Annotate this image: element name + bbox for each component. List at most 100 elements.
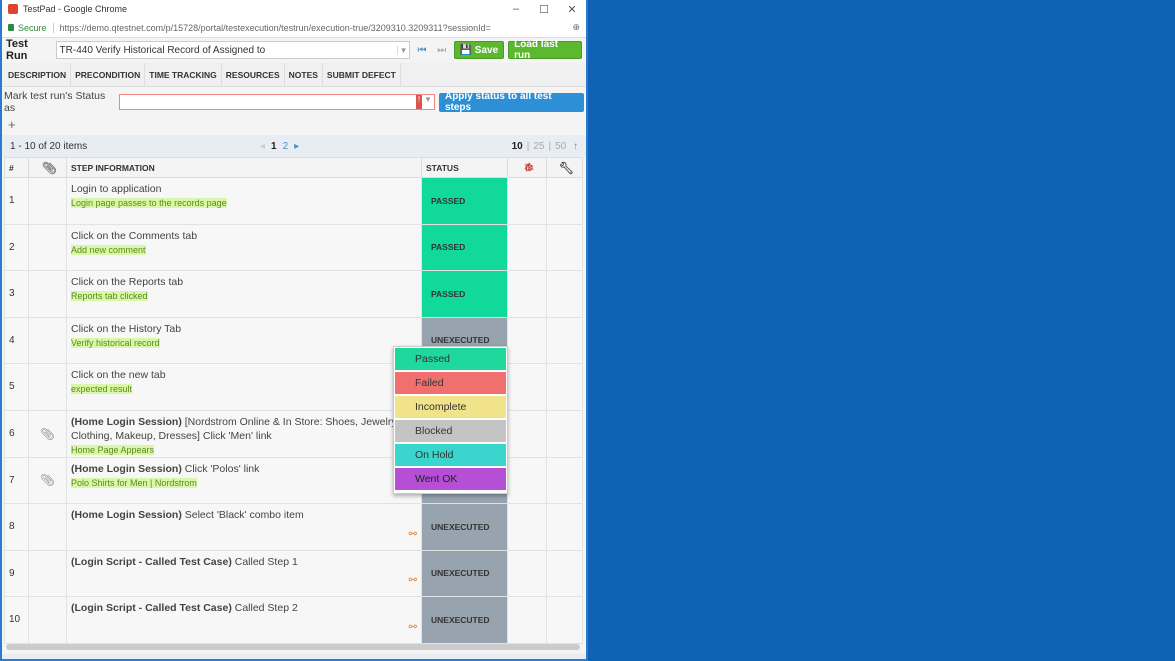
col-step-information[interactable]: STEP INFORMATION (66, 157, 422, 178)
action-cell[interactable] (546, 363, 583, 411)
page-1[interactable]: 1 (271, 141, 277, 152)
step-number: 9 (4, 549, 29, 597)
defect-cell[interactable] (507, 456, 547, 504)
load-last-run-button[interactable]: Load last run (508, 39, 582, 61)
tab-resources[interactable]: RESOURCES (222, 63, 285, 86)
status-option-blocked[interactable]: Blocked (395, 420, 506, 442)
step-information[interactable]: (Home Login Session) [Nordstrom Online &… (66, 409, 422, 458)
status-cell[interactable]: UNEXECUTED (421, 596, 508, 644)
next-page-icon[interactable]: ▸ (294, 141, 299, 152)
defect-cell[interactable] (507, 409, 547, 458)
status-select[interactable]: ! ▼ (119, 94, 435, 110)
attachment-cell (28, 503, 67, 551)
step-information[interactable]: Click on the History Tab Verify historica… (66, 316, 422, 364)
defect-cell[interactable] (507, 503, 547, 551)
action-cell[interactable] (546, 549, 583, 597)
col-status[interactable]: STATUS (421, 157, 508, 178)
tab-notes[interactable]: NOTES (285, 63, 323, 86)
status-option-on-hold[interactable]: On Hold (395, 444, 506, 466)
save-button[interactable]: 💾 Save (453, 41, 505, 59)
maximize-button[interactable]: ☐ (530, 3, 558, 16)
defect-cell[interactable] (507, 177, 547, 225)
status-cell[interactable]: PASSED (421, 177, 508, 225)
page-2[interactable]: 2 (283, 141, 289, 152)
action-cell[interactable] (546, 456, 583, 504)
table-row[interactable]: 9 (Login Script - Called Test Case) Call… (4, 549, 583, 597)
status-row: Mark test run's Status as ! ▼ Apply statu… (2, 89, 586, 115)
tab-description[interactable]: DESCRIPTION (4, 63, 72, 86)
action-cell[interactable] (546, 316, 583, 364)
defect-cell[interactable] (507, 596, 547, 644)
status-option-incomplete[interactable]: Incomplete (395, 396, 506, 418)
col-number: # (4, 157, 29, 178)
step-information[interactable]: (Home Login Session) Click 'Polos' link P… (66, 456, 422, 504)
table-row[interactable]: 8 (Home Login Session) Select 'Black' co… (4, 503, 583, 551)
action-cell[interactable] (546, 409, 583, 458)
table-row[interactable]: 2 Click on the Comments tab Add new comme… (4, 223, 583, 271)
action-cell[interactable] (546, 270, 583, 318)
status-cell[interactable]: UNEXECUTED (421, 503, 508, 551)
apply-status-button[interactable]: Apply status to all test steps (438, 91, 584, 113)
expected-result: Polo Shirts for Men | Nordstrom (71, 477, 197, 488)
step-information[interactable]: (Login Script - Called Test Case) Called… (66, 549, 422, 597)
paperclip-icon[interactable]: 📎︎ (28, 409, 67, 458)
zoom-icon[interactable]: ⊕ (572, 22, 580, 33)
step-prefix: (Login Script - Called Test Case) (71, 555, 232, 568)
action-cell[interactable] (546, 223, 583, 271)
table-row[interactable]: 3 Click on the Reports tab Reports tab cl… (4, 270, 583, 318)
horizontal-scrollbar[interactable] (6, 643, 580, 650)
paperclip-icon[interactable]: 📎︎ (28, 456, 67, 504)
step-information[interactable]: Login to application Login page passes to… (66, 177, 422, 225)
table-row[interactable]: 1 Login to application Login page passes … (4, 177, 583, 225)
tab-submit-defect[interactable]: SUBMIT DEFECT (323, 63, 401, 86)
page-size-10[interactable]: 10 (512, 141, 523, 152)
action-cell[interactable] (546, 596, 583, 644)
step-information[interactable]: (Home Login Session) Select 'Black' comb… (66, 503, 422, 551)
close-button[interactable]: ✕ (558, 3, 586, 16)
defect-cell[interactable] (507, 223, 547, 271)
step-information[interactable]: Click on the Reports tab Reports tab clic… (66, 270, 422, 318)
status-option-passed[interactable]: Passed (395, 348, 506, 370)
called-test-case-icon[interactable]: ⚯ (409, 528, 417, 542)
defect-cell[interactable] (507, 363, 547, 411)
step-information[interactable]: Click on the new tab expected result (66, 363, 422, 411)
step-description: Called Step 1 (231, 555, 298, 568)
window-title: TestPad - Google Chrome (23, 4, 128, 14)
status-option-went-ok[interactable]: Went OK (395, 468, 506, 490)
attachment-cell (28, 549, 67, 597)
status-option-failed[interactable]: Failed (395, 372, 506, 394)
toolbar: Test Run TR-440 Verify Historical Record… (2, 38, 586, 62)
action-cell[interactable] (546, 503, 583, 551)
step-information[interactable]: (Login Script - Called Test Case) Called… (66, 596, 422, 644)
tab-time-tracking[interactable]: TIME TRACKING (145, 63, 222, 86)
page-size-25[interactable]: 25 (533, 141, 544, 152)
table-row[interactable]: 10 (Login Script - Called Test Case) Cal… (4, 596, 583, 644)
attachment-cell (28, 223, 67, 271)
tab-bar: DESCRIPTION PRECONDITION TIME TRACKING RESO… (2, 63, 586, 87)
first-icon[interactable]: ⏮ (414, 45, 430, 56)
status-cell[interactable]: PASSED (421, 223, 508, 271)
called-test-case-icon[interactable]: ⚯ (409, 621, 417, 635)
chevron-down-icon: ▼ (424, 95, 432, 104)
last-icon[interactable]: ⏭ (434, 45, 450, 56)
defect-cell[interactable] (507, 316, 547, 364)
scroll-top-icon[interactable]: ↑ (570, 141, 578, 152)
add-icon[interactable]: + (2, 115, 586, 135)
defect-cell[interactable] (507, 270, 547, 318)
step-description: Click on the new tab (71, 369, 166, 381)
minimize-button[interactable]: – (502, 3, 530, 16)
test-run-select[interactable]: TR-440 Verify Historical Record of Assig… (55, 41, 411, 59)
called-test-case-icon[interactable]: ⚯ (409, 574, 417, 588)
wrench-icon: 🔧︎ (546, 157, 583, 178)
step-information[interactable]: Click on the Comments tab Add new comment (66, 223, 422, 271)
attachment-cell (28, 316, 67, 364)
status-cell[interactable]: UNEXECUTED (421, 549, 508, 597)
defect-cell[interactable] (507, 549, 547, 597)
page-size-50[interactable]: 50 (555, 141, 566, 152)
tab-precondition[interactable]: PRECONDITION (71, 63, 146, 86)
prev-page-icon[interactable]: ◂ (260, 141, 265, 152)
action-cell[interactable] (546, 177, 583, 225)
address-bar[interactable]: Secure https://demo.qtestnet.com/p/15728… (2, 18, 586, 38)
status-cell[interactable]: PASSED (421, 270, 508, 318)
url[interactable]: https://demo.qtestnet.com/p/15728/portal… (60, 23, 491, 33)
